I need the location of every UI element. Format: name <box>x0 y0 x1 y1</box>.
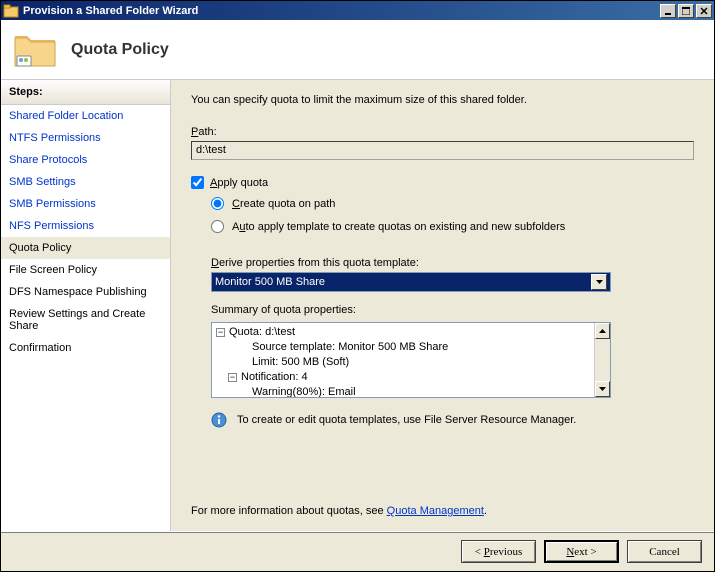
template-selected-value: Monitor 500 MB Share <box>215 276 325 288</box>
tree-collapse-icon[interactable]: − <box>216 328 225 337</box>
quota-mode-group: Create quota on path Auto apply template… <box>211 197 694 243</box>
info-row: To create or edit quota templates, use F… <box>211 412 694 428</box>
intro-text: You can specify quota to limit the maxim… <box>191 94 694 106</box>
folder-icon <box>11 26 59 74</box>
sidebar-step-6: Quota Policy <box>1 237 170 259</box>
sidebar-step-8: DFS Namespace Publishing <box>1 281 170 303</box>
apply-quota-label: Apply quota <box>210 177 268 189</box>
more-info-row: For more information about quotas, see Q… <box>191 505 694 517</box>
more-prefix: For more information about quotas, see <box>191 505 387 517</box>
tree-source: Source template: Monitor 500 MB Share <box>216 340 590 355</box>
sidebar-step-4[interactable]: SMB Permissions <box>1 193 170 215</box>
steps-list: Shared Folder LocationNTFS PermissionsSh… <box>1 105 170 531</box>
apply-quota-row: Apply quota <box>191 176 694 189</box>
tree-root: −Quota: d:\test <box>216 325 590 340</box>
sidebar-step-0[interactable]: Shared Folder Location <box>1 105 170 127</box>
close-button[interactable] <box>696 4 712 18</box>
tree-collapse-icon[interactable]: − <box>228 373 237 382</box>
info-icon <box>211 412 227 428</box>
wizard-header: Quota Policy <box>1 20 714 80</box>
path-label: Path: <box>191 126 694 138</box>
derive-label: Derive properties from this quota templa… <box>211 257 694 269</box>
summary-tree[interactable]: −Quota: d:\test Source template: Monitor… <box>212 323 594 397</box>
cancel-button[interactable]: Cancel <box>627 540 702 563</box>
app-icon <box>3 3 19 19</box>
wizard-window: Provision a Shared Folder Wizard Quota P… <box>0 0 715 572</box>
minimize-button[interactable] <box>660 4 676 18</box>
window-title: Provision a Shared Folder Wizard <box>23 5 658 17</box>
sidebar-step-5[interactable]: NFS Permissions <box>1 215 170 237</box>
steps-sidebar: Steps: Shared Folder LocationNTFS Permis… <box>1 80 171 531</box>
create-quota-radio[interactable] <box>211 197 224 210</box>
tree-limit: Limit: 500 MB (Soft) <box>216 355 590 370</box>
template-dropdown[interactable]: Monitor 500 MB Share <box>211 272 611 292</box>
scroll-down-icon[interactable] <box>595 381 610 397</box>
sidebar-step-9: Review Settings and Create Share <box>1 303 170 337</box>
window-controls <box>658 4 712 18</box>
auto-apply-radio[interactable] <box>211 220 224 233</box>
auto-apply-label: Auto apply template to create quotas on … <box>232 221 565 233</box>
sidebar-step-2[interactable]: Share Protocols <box>1 149 170 171</box>
more-suffix: . <box>484 505 487 517</box>
page-title: Quota Policy <box>71 41 169 59</box>
quota-management-link[interactable]: Quota Management <box>387 505 484 517</box>
previous-button[interactable]: < Previous <box>461 540 536 563</box>
wizard-body: Steps: Shared Folder LocationNTFS Permis… <box>1 80 714 531</box>
maximize-button[interactable] <box>678 4 694 18</box>
path-display: d:\test <box>191 141 694 160</box>
create-quota-label: Create quota on path <box>232 198 335 210</box>
apply-quota-checkbox[interactable] <box>191 176 204 189</box>
tree-warning: Warning(80%): Email <box>216 385 590 397</box>
dropdown-arrow-icon <box>591 274 607 290</box>
scroll-up-icon[interactable] <box>595 323 610 339</box>
summary-label: Summary of quota properties: <box>211 304 694 316</box>
sidebar-step-1[interactable]: NTFS Permissions <box>1 127 170 149</box>
info-text: To create or edit quota templates, use F… <box>237 414 576 426</box>
summary-tree-box: −Quota: d:\test Source template: Monitor… <box>211 322 611 398</box>
scrollbar[interactable] <box>594 323 610 397</box>
next-button[interactable]: Next > <box>544 540 619 563</box>
content-pane: You can specify quota to limit the maxim… <box>171 80 714 531</box>
wizard-footer: < Previous Next > Cancel <box>1 531 714 571</box>
sidebar-step-3[interactable]: SMB Settings <box>1 171 170 193</box>
tree-notification: −Notification: 4 <box>216 370 590 385</box>
sidebar-step-10: Confirmation <box>1 337 170 359</box>
titlebar: Provision a Shared Folder Wizard <box>1 1 714 20</box>
sidebar-step-7: File Screen Policy <box>1 259 170 281</box>
steps-heading: Steps: <box>1 80 170 105</box>
